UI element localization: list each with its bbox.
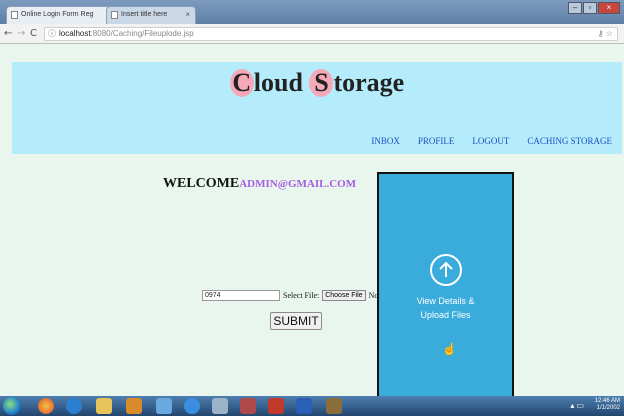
clock-time: 12:46 AM [594, 398, 620, 404]
submit-button[interactable]: SUBMIT [270, 312, 322, 330]
hand-cursor-icon: ☝ [442, 342, 457, 356]
tab-label: Insert title here [121, 11, 168, 18]
main-nav: INBOX PROFILE LOGOUT CACHING STORAGE [371, 136, 612, 146]
url-input[interactable]: ⓘ localhost:8080/Caching/Fileuplode.jsp … [44, 27, 618, 41]
card-label: View Details & Upload Files [379, 294, 512, 322]
browser-tab-bar: Online Login Form Reg × Insert title her… [0, 0, 624, 24]
back-arrow-icon[interactable]: ← [4, 28, 12, 39]
url-host: localhost [59, 29, 91, 38]
card-label-line: Upload Files [420, 310, 471, 320]
window-controls: – ▫ × [568, 2, 620, 14]
minimize-icon[interactable]: – [568, 2, 582, 14]
app-icon[interactable] [212, 398, 228, 414]
tray-icons[interactable]: ▴ ▭ [570, 401, 584, 410]
page-icon [111, 11, 118, 19]
nav-inbox[interactable]: INBOX [371, 136, 400, 146]
app-icon[interactable] [156, 398, 172, 414]
nav-profile[interactable]: PROFILE [418, 136, 455, 146]
reload-icon[interactable]: C [30, 28, 37, 39]
title-initial: C [229, 69, 254, 97]
app-icon[interactable] [184, 398, 200, 414]
close-icon[interactable]: × [185, 7, 190, 23]
upload-arrow-icon [430, 254, 462, 286]
app-icon[interactable] [326, 398, 342, 414]
file-id-input[interactable] [202, 290, 280, 301]
clock[interactable]: 12:46 AM 1/1/2002 [595, 398, 620, 412]
app-icon[interactable] [240, 398, 256, 414]
title-text: torage [333, 68, 405, 97]
app-icon[interactable] [268, 398, 284, 414]
url-path: :8080/Caching/Fileuplode.jsp [90, 29, 194, 38]
nav-caching-storage[interactable]: CACHING STORAGE [527, 136, 612, 146]
card-label-line: View Details & [416, 296, 475, 306]
info-icon: ⓘ [48, 29, 56, 38]
nav-logout[interactable]: LOGOUT [472, 136, 509, 146]
choose-file-button[interactable]: Choose File [322, 290, 366, 301]
taskbar: ▴ ▭ 12:46 AM 1/1/2002 [0, 396, 624, 416]
welcome-text: WELCOME [163, 176, 240, 191]
page-icon [11, 11, 18, 19]
site-title: Cloud Storage [12, 68, 622, 98]
welcome-heading: WELCOMEADMIN@GMAIL.COM [163, 176, 356, 192]
address-bar: ← → C ⓘ localhost:8080/Caching/Fileuplod… [0, 24, 624, 44]
upload-form-row: Select File: Choose File No file c [202, 290, 397, 301]
tab-label: Online Login Form Reg [21, 11, 94, 18]
browser-tab-active[interactable]: Insert title here × [106, 6, 196, 24]
start-button[interactable] [3, 397, 21, 415]
ie-icon[interactable] [66, 398, 82, 414]
word-icon[interactable] [296, 398, 312, 414]
title-text: loud [253, 68, 310, 97]
maximize-icon[interactable]: ▫ [583, 2, 597, 14]
folder-icon[interactable] [96, 398, 112, 414]
bookmark-star-icon[interactable]: ⚷ ☆ [598, 28, 613, 40]
clock-date: 1/1/2002 [596, 405, 620, 411]
media-player-icon[interactable] [126, 398, 142, 414]
chrome-icon[interactable] [38, 398, 54, 414]
user-email: ADMIN@GMAIL.COM [239, 178, 357, 190]
site-header: Cloud Storage INBOX PROFILE LOGOUT CACHI… [12, 62, 622, 154]
close-window-icon[interactable]: × [598, 2, 620, 14]
select-file-label: Select File: [283, 291, 320, 300]
upload-card[interactable]: View Details & Upload Files ☝ [377, 172, 514, 400]
title-initial: S [309, 69, 334, 97]
forward-arrow-icon[interactable]: → [17, 28, 25, 39]
